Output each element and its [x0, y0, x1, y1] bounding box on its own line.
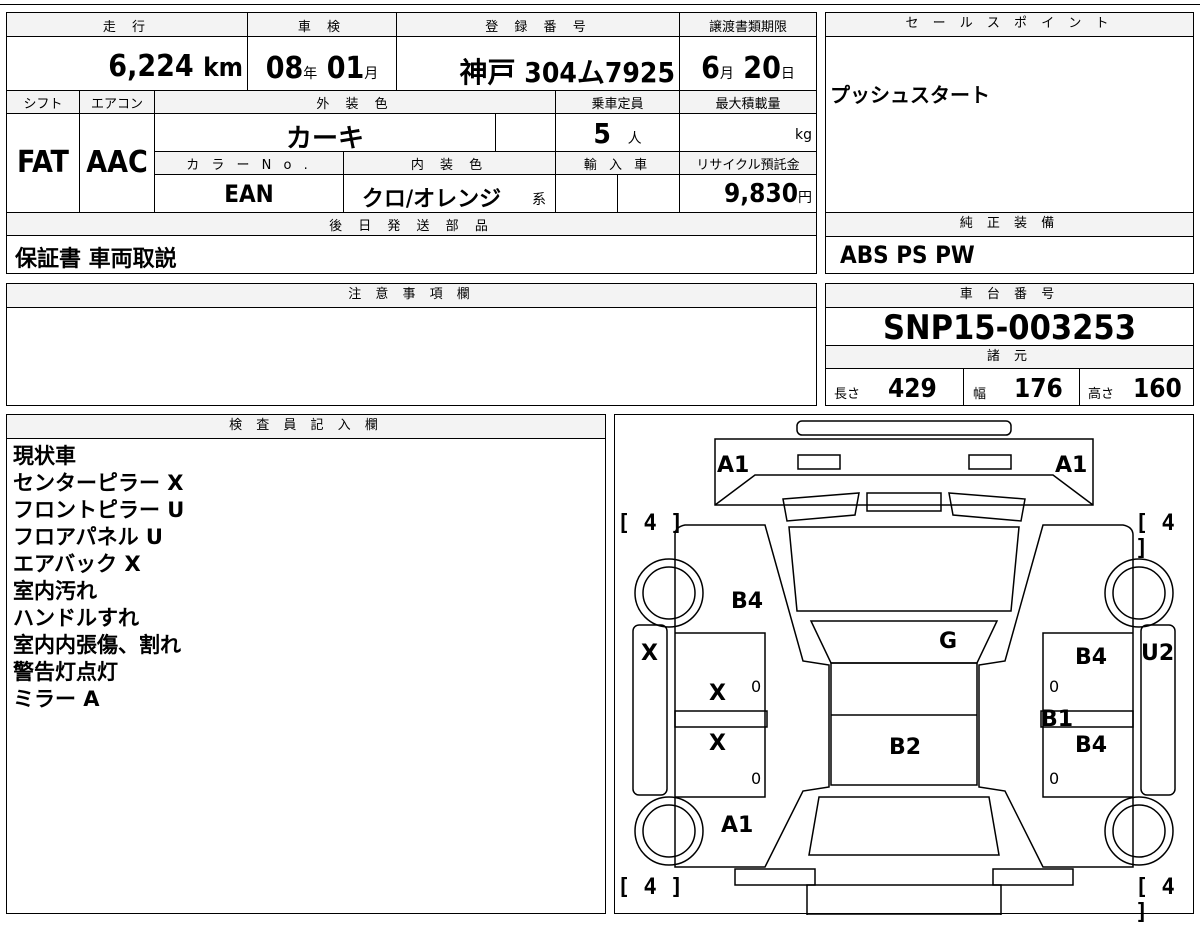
recycle-unit: 円 — [798, 190, 812, 206]
recycle-amount: 9,830 — [724, 179, 798, 209]
inspection-month: 01 — [326, 51, 365, 86]
capacity-unit: 人 — [627, 131, 642, 147]
mileage-number: 6,224 — [108, 49, 194, 84]
list-item: ミラー A — [13, 687, 100, 711]
registration-header: 登 録 番 号 — [485, 20, 592, 35]
mileage-unit: km — [203, 53, 243, 83]
sales-point-header: セ ー ル ス ポ イ ン ト — [826, 13, 1193, 37]
length-value: 429 — [888, 374, 937, 404]
aircon-header: エアコン — [90, 97, 143, 112]
deadline-month-unit: 月 — [719, 66, 734, 82]
deadline-month: 6 — [701, 51, 720, 86]
inspection-year: 08 — [265, 51, 304, 86]
label-bracket-rr: [ 4 ] — [1135, 875, 1175, 925]
list-item: センターピラー X — [13, 471, 184, 495]
label-roof: G — [939, 629, 958, 654]
label-zero-1: 0 — [751, 677, 762, 696]
year-unit: 年 — [303, 66, 318, 82]
label-zero-4: 0 — [1049, 769, 1060, 788]
car-diagram: A1 A1 [ 4 ] [ 4 ] B4 G X U2 X 0 B4 0 B1 … — [614, 414, 1194, 925]
list-item: フロントピラー U — [13, 498, 185, 522]
mileage-header: 走 行 — [102, 20, 152, 35]
equipment-header: 純 正 装 備 — [826, 213, 1193, 237]
deadline-day: 20 — [743, 51, 781, 86]
width-value: 176 — [1014, 374, 1063, 404]
inspection-value: 08年 01月 — [248, 51, 396, 86]
recycle-value: 9,830円 — [680, 179, 812, 209]
chassis-header: 車 台 番 号 — [826, 284, 1193, 308]
label-zero-3: 0 — [1049, 677, 1060, 696]
label-right-rear-door: B4 — [1075, 733, 1108, 758]
registration-number: 神戸 304ム7925 — [459, 56, 675, 89]
deadline-day-unit: 日 — [780, 66, 795, 82]
inspector-remarks-list: 現状車 センターピラー X フロントピラー U フロアパネル U エアバック X… — [13, 443, 184, 713]
capacity-value: 5 人 — [556, 117, 679, 150]
list-item: フロアパネル U — [13, 525, 163, 549]
list-item: 室内汚れ — [13, 579, 97, 603]
inspection-header: 車 検 — [297, 20, 347, 35]
label-left-front-door: X — [709, 681, 726, 706]
shift-value: FAT — [17, 145, 69, 180]
label-left-side: X — [641, 641, 658, 666]
exterior-color-value: カーキ — [285, 124, 364, 154]
exterior-color-header: 外 装 色 — [316, 97, 394, 112]
color-no-value: EAN — [224, 180, 274, 208]
month-unit: 月 — [364, 66, 379, 82]
label-hood-left: B4 — [731, 589, 764, 614]
deadline-value: 6月 20日 — [680, 51, 816, 86]
later-parts-value: 保証書 車両取説 — [15, 247, 177, 272]
label-bracket-fr: [ 4 ] — [1135, 511, 1175, 561]
equipment-value: ABS PS PW — [840, 241, 975, 269]
label-right-center: B1 — [1041, 707, 1074, 732]
import-header: 輸 入 車 — [583, 158, 652, 173]
chassis-number: SNP15-003253 — [882, 308, 1136, 348]
capacity-header: 乗車定員 — [591, 97, 644, 112]
list-item: ハンドルすれ — [13, 606, 139, 630]
notes-box: 注 意 事 項 欄 — [6, 283, 817, 406]
inspector-box: 検 査 員 記 入 欄 現状車 センターピラー X フロントピラー U フロアパ… — [6, 414, 606, 914]
list-item: 室内内張傷、割れ — [13, 633, 181, 657]
later-parts-header: 後 日 発 送 部 品 — [329, 219, 494, 234]
label-front-left: A1 — [717, 453, 750, 478]
max-load-header: 最大積載量 — [715, 97, 781, 112]
top-strip — [0, 0, 1200, 5]
summary-table: 走 行 車 検 登 録 番 号 譲渡書類期限 6,224 km 08年 01月 … — [6, 12, 817, 274]
inspector-header: 検 査 員 記 入 欄 — [7, 415, 605, 439]
shift-header: シフト — [23, 97, 63, 112]
length-label: 長さ — [834, 387, 861, 402]
aircon-value: AAC — [86, 145, 148, 180]
label-zero-2: 0 — [751, 769, 762, 788]
height-label: 高さ — [1088, 387, 1115, 402]
equipment-box: 純 正 装 備 ABS PS PW — [825, 212, 1194, 274]
sales-point-value: プッシュスタート — [830, 83, 990, 107]
list-item: エアバック X — [13, 552, 141, 576]
label-front-right: A1 — [1055, 453, 1088, 478]
interior-color-header: 内 装 色 — [410, 158, 489, 173]
label-rear-left: A1 — [721, 813, 754, 838]
width-label: 幅 — [973, 387, 987, 402]
max-load-unit: kg — [795, 127, 812, 143]
interior-color-value: クロ/オレンジ — [361, 187, 502, 212]
label-right-side: U2 — [1141, 641, 1175, 666]
deadline-header: 譲渡書類期限 — [708, 20, 787, 35]
label-center: B2 — [889, 735, 922, 760]
list-item: 現状車 — [13, 444, 76, 468]
label-right-front-door: B4 — [1075, 645, 1108, 670]
height-value: 160 — [1133, 374, 1182, 404]
capacity-number: 5 — [593, 117, 611, 150]
label-bracket-rl: [ 4 ] — [617, 875, 684, 900]
mileage-value: 6,224 km — [7, 49, 243, 84]
list-item: 警告灯点灯 — [13, 660, 118, 684]
label-bracket-fl: [ 4 ] — [617, 511, 684, 536]
chassis-box: 車 台 番 号 SNP15-003253 諸 元 長さ 429 幅 176 高さ… — [825, 283, 1194, 406]
sales-point-box: セ ー ル ス ポ イ ン ト プッシュスタート — [825, 12, 1194, 213]
specs-header: 諸 元 — [826, 345, 1193, 369]
label-left-rear-door: X — [709, 731, 726, 756]
notes-header: 注 意 事 項 欄 — [7, 284, 816, 308]
color-no-header: カ ラ ー N o . — [186, 158, 312, 173]
recycle-header: リサイクル預託金 — [696, 158, 800, 173]
interior-color-suffix: 系 — [532, 192, 546, 208]
